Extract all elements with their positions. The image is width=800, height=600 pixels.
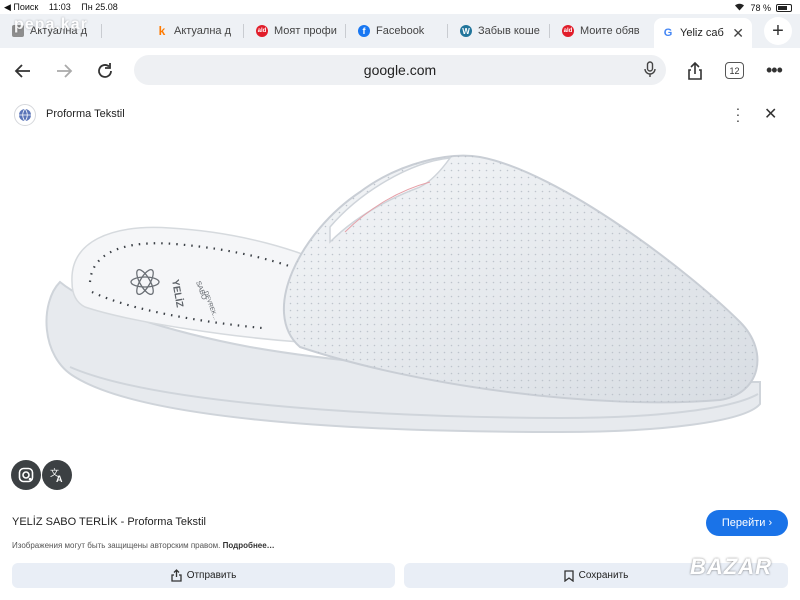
image-viewer-header: Proforma Tekstil · · · ✕ <box>0 96 800 132</box>
save-label: Сохранить <box>578 570 629 581</box>
white-clog-image: YELİZ SABO DEVREK... <box>45 154 761 434</box>
k-icon: k <box>158 24 166 38</box>
globe-icon <box>19 108 31 122</box>
tab-label: Facebook <box>376 25 425 37</box>
reload-icon <box>98 63 112 78</box>
close-viewer-icon[interactable]: ✕ <box>764 104 777 124</box>
wordpress-icon: W <box>460 25 472 37</box>
source-name[interactable]: Proforma Tekstil <box>46 108 125 120</box>
more-menu-icon[interactable]: ••• <box>766 60 783 81</box>
share-action-button[interactable]: Отправить <box>12 563 395 588</box>
battery-percent: 78 % <box>750 2 771 13</box>
share-icon <box>171 569 182 582</box>
learn-more-link[interactable]: Подробнее… <box>223 541 275 550</box>
tab-strip: Актуална д k Актуална д ald Моят профи f… <box>0 14 800 48</box>
browser-toolbar: google.com 12 ••• <box>0 48 800 94</box>
olx-icon: ald <box>256 25 268 37</box>
battery-fill <box>778 5 787 10</box>
olx-icon: ald <box>562 25 574 37</box>
back-to-app[interactable]: ◀ Поиск <box>4 2 38 12</box>
microphone-icon[interactable] <box>644 61 656 83</box>
svg-text:A: A <box>56 474 63 483</box>
share-button[interactable] <box>682 58 708 84</box>
share-label: Отправить <box>186 570 237 581</box>
google-lens-button[interactable] <box>11 460 41 490</box>
tab-3[interactable]: ald Моят профи <box>248 18 346 44</box>
status-bar: ◀ Поиск 11:03 Пн 25.08 78 % <box>0 0 800 14</box>
reload-button[interactable] <box>92 58 118 84</box>
tab-4[interactable]: f Facebook <box>350 18 448 44</box>
status-date: Пн 25.08 <box>81 2 118 12</box>
tab-label: Yeliz саб <box>680 27 724 39</box>
google-icon: G <box>663 27 673 39</box>
arrow-left-icon <box>14 64 30 78</box>
watermark-top: pepa.kar <box>14 16 88 33</box>
new-tab-button[interactable]: + <box>764 17 792 45</box>
tab-6[interactable]: ald Моите обяв <box>554 18 652 44</box>
tab-label: Моят профи <box>274 25 337 37</box>
tab-5[interactable]: W Забыв коше <box>452 18 550 44</box>
tab-label: Актуална д <box>174 25 232 37</box>
bookmark-icon <box>563 569 574 582</box>
tab-2[interactable]: k Актуална д <box>148 18 244 44</box>
status-time: 11:03 <box>48 2 71 12</box>
copyright-text: Изображения могут быть защищены авторски… <box>12 541 221 550</box>
arrow-right-icon <box>57 64 73 78</box>
tab-active[interactable]: G Yeliz саб ✕ <box>654 18 752 48</box>
close-tab-icon[interactable]: ✕ <box>732 25 744 42</box>
facebook-icon: f <box>358 25 370 37</box>
wifi-icon <box>734 2 745 13</box>
tab-count-button[interactable]: 12 <box>725 62 744 79</box>
url-text: google.com <box>363 62 437 78</box>
open-page-button[interactable]: Перейти › <box>706 510 788 536</box>
lens-icon <box>18 467 34 483</box>
more-vertical-icon[interactable]: · · · <box>731 101 745 127</box>
copyright-notice: Изображения могут быть защищены авторски… <box>12 541 275 550</box>
result-title[interactable]: YELİZ SABO TERLİK - Proforma Tekstil <box>12 516 206 528</box>
back-button[interactable] <box>10 58 36 84</box>
source-logo[interactable] <box>14 104 36 126</box>
tab-label: Забыв коше <box>478 25 540 37</box>
translate-button[interactable]: 文A <box>42 460 72 490</box>
share-icon <box>688 61 702 80</box>
watermark-bottom: BAZAR <box>690 554 772 579</box>
tab-label: Моите обяв <box>580 25 640 37</box>
address-bar[interactable]: google.com <box>134 55 666 85</box>
image-preview[interactable]: YELİZ SABO DEVREK... <box>0 132 800 502</box>
forward-button[interactable] <box>51 58 77 84</box>
battery-icon <box>776 3 792 12</box>
translate-icon: 文A <box>50 467 63 483</box>
